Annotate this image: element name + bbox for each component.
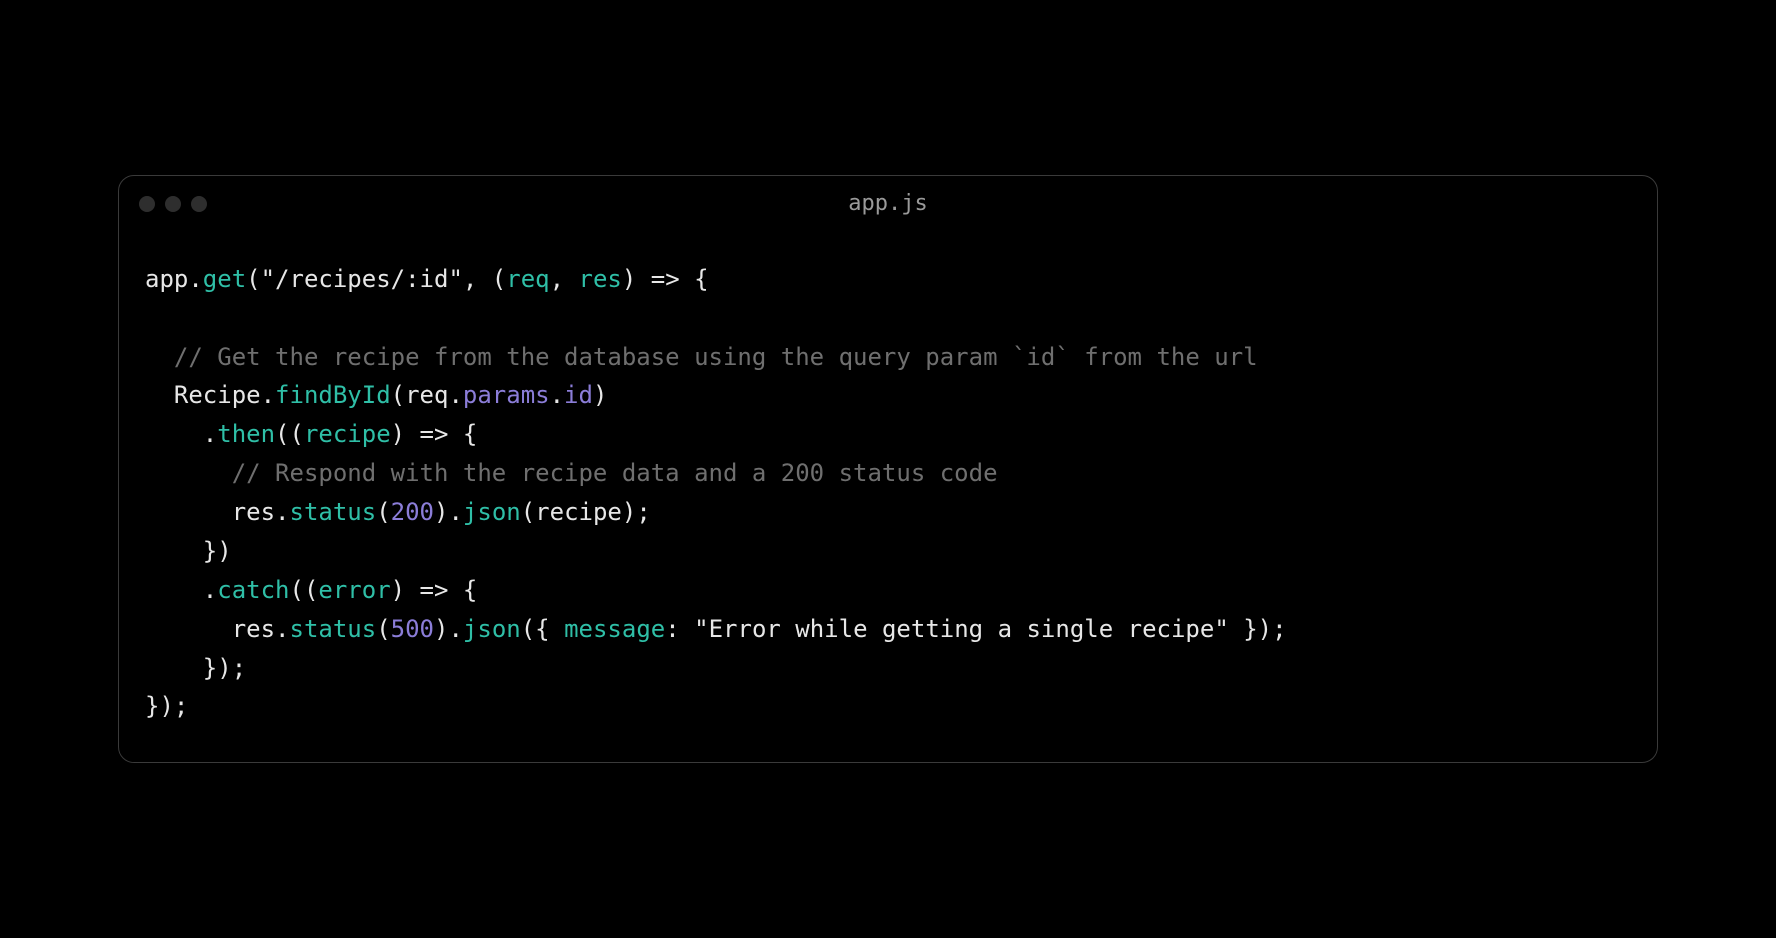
code-line: }); <box>145 649 1631 688</box>
code-token: json <box>463 498 521 526</box>
code-token: get <box>203 265 246 293</box>
code-line: }); <box>145 687 1631 726</box>
code-block: app.get("/recipes/:id", (req, res) => { … <box>119 232 1657 763</box>
window-controls <box>139 196 207 212</box>
zoom-icon[interactable] <box>191 196 207 212</box>
code-line: // Get the recipe from the database usin… <box>145 338 1631 377</box>
code-token: ( <box>376 615 390 643</box>
editor-window: app.js app.get("/recipes/:id", (req, res… <box>118 175 1658 764</box>
code-token: status <box>290 615 377 643</box>
code-token: id <box>564 381 593 409</box>
code-line: // Respond with the recipe data and a 20… <box>145 454 1631 493</box>
code-token: message <box>564 615 665 643</box>
code-line: res.status(200).json(recipe); <box>145 493 1631 532</box>
code-token: ({ <box>521 615 564 643</box>
code-token: ) <box>593 381 607 409</box>
code-line: .then((recipe) => { <box>145 415 1631 454</box>
code-token: ) => { <box>391 420 478 448</box>
code-token: }); <box>145 692 188 720</box>
code-token: , <box>550 265 579 293</box>
code-token: : <box>665 615 694 643</box>
code-token <box>145 459 232 487</box>
code-token: "/recipes/:id" <box>261 265 463 293</box>
code-line: res.status(500).json({ message: "Error w… <box>145 610 1631 649</box>
code-line <box>145 299 1631 338</box>
code-token: }); <box>145 654 246 682</box>
code-token: (( <box>290 576 319 604</box>
code-token: status <box>290 498 377 526</box>
code-token: res <box>579 265 622 293</box>
code-token: catch <box>217 576 289 604</box>
code-token: Recipe. <box>145 381 275 409</box>
stage: app.js app.get("/recipes/:id", (req, res… <box>0 0 1776 938</box>
code-token: ) => { <box>622 265 709 293</box>
code-line: Recipe.findById(req.params.id) <box>145 376 1631 415</box>
code-token: ( <box>376 498 390 526</box>
code-token: (( <box>275 420 304 448</box>
code-token: findById <box>275 381 391 409</box>
code-token: 500 <box>391 615 434 643</box>
code-token: error <box>318 576 390 604</box>
code-token: // Get the recipe from the database usin… <box>174 343 1258 371</box>
code-token: "Error while getting a single recipe" <box>694 615 1229 643</box>
code-token: . <box>550 381 564 409</box>
code-line: .catch((error) => { <box>145 571 1631 610</box>
code-token <box>145 343 174 371</box>
code-token: }); <box>1229 615 1287 643</box>
code-token: app. <box>145 265 203 293</box>
code-token: json <box>463 615 521 643</box>
code-token: (req. <box>391 381 463 409</box>
code-token: recipe <box>304 420 391 448</box>
close-icon[interactable] <box>139 196 155 212</box>
code-token: (recipe); <box>521 498 651 526</box>
code-token: . <box>145 576 217 604</box>
window-title: app.js <box>119 191 1657 216</box>
code-token: ) => { <box>391 576 478 604</box>
code-token: . <box>145 420 217 448</box>
code-token: res. <box>145 615 290 643</box>
code-token: ( <box>246 265 260 293</box>
code-token: ). <box>434 498 463 526</box>
window-titlebar: app.js <box>119 176 1657 232</box>
code-token: // Respond with the recipe data and a 20… <box>232 459 998 487</box>
code-token: , ( <box>463 265 506 293</box>
code-token: res. <box>145 498 290 526</box>
code-token: then <box>217 420 275 448</box>
code-line: }) <box>145 532 1631 571</box>
code-token: params <box>463 381 550 409</box>
code-token: ). <box>434 615 463 643</box>
code-line: app.get("/recipes/:id", (req, res) => { <box>145 260 1631 299</box>
code-token: }) <box>145 537 232 565</box>
minimize-icon[interactable] <box>165 196 181 212</box>
code-token: req <box>506 265 549 293</box>
code-token: 200 <box>391 498 434 526</box>
